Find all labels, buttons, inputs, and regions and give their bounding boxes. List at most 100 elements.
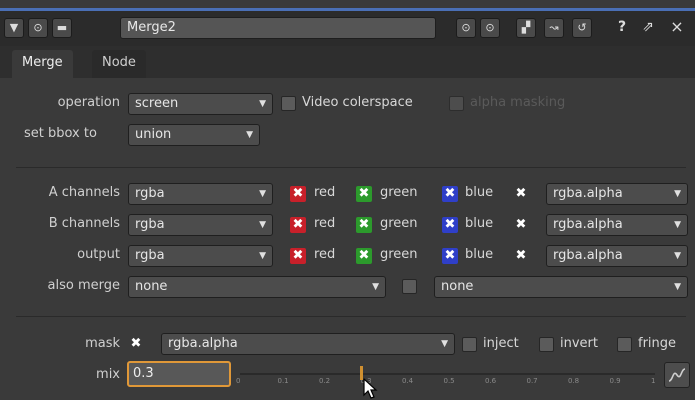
a-channels-dropdown[interactable]: rgba ▼: [128, 183, 273, 205]
output-label: output: [77, 247, 120, 262]
center-view-button[interactable]: ⊙: [456, 18, 476, 38]
video-colorspace-checkbox[interactable]: [281, 96, 296, 111]
chevron-down-icon: ▼: [259, 189, 266, 199]
mix-slider-tick-label: 0.8: [568, 377, 580, 385]
b-channels-label: B channels: [48, 216, 120, 231]
tab-bar: Merge Node: [0, 46, 695, 78]
collapse-button[interactable]: ▼: [4, 18, 24, 38]
zoom-button[interactable]: ⊙: [480, 18, 500, 38]
b-channels-dropdown[interactable]: rgba ▼: [128, 214, 273, 236]
chevron-down-icon: ▼: [259, 220, 266, 230]
mix-slider-tick-label: 0.7: [526, 377, 538, 385]
chevron-down-icon: ▼: [372, 282, 379, 292]
chevron-down-icon: ▼: [259, 251, 266, 261]
viewer-toggle-button[interactable]: ⊙: [28, 18, 48, 38]
bbox-label: set bbox to: [24, 126, 97, 141]
bbox-value: union: [135, 127, 172, 142]
chevron-down-icon: ▼: [441, 339, 448, 349]
inject-checkbox[interactable]: [462, 337, 477, 352]
b-blue-checkbox[interactable]: ✖: [442, 217, 458, 233]
b-alpha-value: rgba.alpha: [553, 217, 623, 232]
bbox-dropdown[interactable]: union ▼: [128, 124, 260, 146]
a-green-label: green: [380, 185, 418, 200]
a-blue-label: blue: [465, 185, 494, 200]
output-blue-label: blue: [465, 247, 494, 262]
a-blue-checkbox[interactable]: ✖: [442, 186, 458, 202]
chevron-down-icon: ▼: [674, 282, 681, 292]
output-green-label: green: [380, 247, 418, 262]
chevron-down-icon: ▼: [674, 220, 681, 230]
also-merge-second-dropdown[interactable]: none ▼: [434, 276, 688, 298]
a-green-checkbox[interactable]: ✖: [356, 186, 372, 202]
chevron-down-icon: ▼: [246, 130, 253, 140]
mix-slider-tick-label: 0.2: [319, 377, 331, 385]
redo-button[interactable]: ↝: [544, 18, 564, 38]
animation-curve-button[interactable]: [664, 362, 690, 388]
mix-slider-tick-label: 1: [651, 377, 656, 385]
mix-input[interactable]: 0.3: [127, 361, 231, 387]
output-dropdown[interactable]: rgba ▼: [128, 245, 273, 267]
output-alpha-value: rgba.alpha: [553, 248, 623, 263]
also-merge-checkbox[interactable]: [402, 279, 417, 294]
output-alpha-dropdown[interactable]: rgba.alpha ▼: [546, 245, 688, 267]
help-button[interactable]: ?: [612, 18, 632, 38]
b-red-label: red: [314, 216, 336, 231]
float-panel-button[interactable]: ⇗: [638, 18, 658, 38]
section-divider: [16, 167, 686, 168]
mouse-cursor-icon: [363, 378, 378, 399]
also-merge-value: none: [135, 279, 168, 294]
mix-slider-tick-label: 0.6: [485, 377, 497, 385]
mask-checkbox[interactable]: ✖: [128, 336, 144, 352]
a-alpha-checkbox[interactable]: ✖: [513, 186, 529, 202]
alpha-masking-label: alpha masking: [470, 95, 566, 110]
b-channels-value: rgba: [135, 217, 165, 232]
revert-button[interactable]: ↺: [572, 18, 592, 38]
output-blue-checkbox[interactable]: ✖: [442, 248, 458, 264]
mask-label: mask: [85, 336, 120, 351]
invert-label: invert: [560, 336, 598, 351]
b-green-checkbox[interactable]: ✖: [356, 217, 372, 233]
a-alpha-dropdown[interactable]: rgba.alpha ▼: [546, 183, 688, 205]
node-color-button[interactable]: ▬: [52, 18, 72, 38]
close-panel-button[interactable]: ×: [670, 18, 684, 38]
also-merge-dropdown[interactable]: none ▼: [128, 276, 386, 298]
video-colorspace-label: Video colerspace: [302, 95, 413, 110]
mask-dropdown[interactable]: rgba.alpha ▼: [161, 333, 455, 355]
b-green-label: green: [380, 216, 418, 231]
fringe-checkbox[interactable]: [617, 337, 632, 352]
output-red-checkbox[interactable]: ✖: [290, 248, 306, 264]
mix-slider-track[interactable]: [240, 373, 655, 375]
node-name-field[interactable]: Merge2: [120, 17, 436, 39]
tab-node[interactable]: Node: [92, 50, 146, 78]
mix-slider-tick-label: 0.5: [443, 377, 455, 385]
tab-merge[interactable]: Merge: [12, 50, 73, 78]
a-red-checkbox[interactable]: ✖: [290, 186, 306, 202]
a-channels-label: A channels: [48, 185, 120, 200]
chevron-down-icon: ▼: [259, 99, 266, 109]
b-red-checkbox[interactable]: ✖: [290, 217, 306, 233]
a-alpha-value: rgba.alpha: [553, 186, 623, 201]
node-titlebar: ▼ ⊙ ▬ Merge2 ⊙ ⊙ ▞ ↝ ↺ ? ⇗ ×: [0, 8, 695, 46]
a-channels-value: rgba: [135, 186, 165, 201]
output-value: rgba: [135, 248, 165, 263]
curve-icon: [668, 368, 686, 382]
operation-dropdown[interactable]: screen ▼: [128, 93, 273, 115]
output-green-checkbox[interactable]: ✖: [356, 248, 372, 264]
undo-button[interactable]: ▞: [516, 18, 536, 38]
chevron-down-icon: ▼: [674, 251, 681, 261]
fringe-label: fringe: [638, 336, 677, 351]
invert-checkbox[interactable]: [539, 337, 554, 352]
b-alpha-dropdown[interactable]: rgba.alpha ▼: [546, 214, 688, 236]
section-divider: [16, 316, 686, 317]
output-alpha-checkbox[interactable]: ✖: [513, 248, 529, 264]
mask-value: rgba.alpha: [168, 336, 238, 351]
operation-value: screen: [135, 96, 179, 111]
also-merge-label: also merge: [47, 278, 120, 293]
chevron-down-icon: ▼: [674, 189, 681, 199]
mix-label: mix: [96, 367, 120, 382]
alpha-masking-checkbox[interactable]: [449, 96, 464, 111]
output-red-label: red: [314, 247, 336, 262]
mix-slider-tick-label: 0.9: [609, 377, 621, 385]
b-alpha-checkbox[interactable]: ✖: [513, 217, 529, 233]
operation-label: operation: [57, 95, 120, 110]
